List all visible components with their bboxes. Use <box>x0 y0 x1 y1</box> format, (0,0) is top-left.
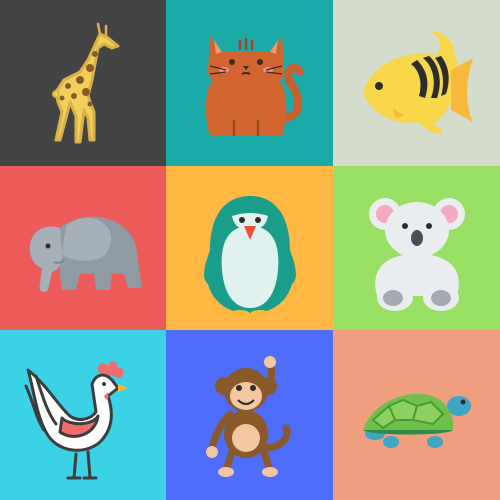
animal-grid <box>0 0 500 500</box>
giraffe-icon <box>52 22 120 144</box>
monkey-icon <box>206 356 291 477</box>
tile-koala[interactable] <box>333 166 500 330</box>
penguin-icon <box>204 196 296 318</box>
tile-rooster[interactable] <box>0 330 166 500</box>
tile-fish[interactable] <box>333 0 500 166</box>
cat-icon <box>205 36 304 136</box>
tile-cat[interactable] <box>166 0 333 166</box>
koala-icon <box>369 198 465 311</box>
turtle-icon <box>363 393 471 448</box>
elephant-icon <box>29 216 142 292</box>
tile-penguin[interactable] <box>166 166 333 330</box>
tile-turtle[interactable] <box>333 330 500 500</box>
fish-icon <box>363 31 473 135</box>
tile-giraffe[interactable] <box>0 0 166 166</box>
tile-elephant[interactable] <box>0 166 166 330</box>
tile-monkey[interactable] <box>166 330 333 500</box>
rooster-icon <box>24 360 128 480</box>
